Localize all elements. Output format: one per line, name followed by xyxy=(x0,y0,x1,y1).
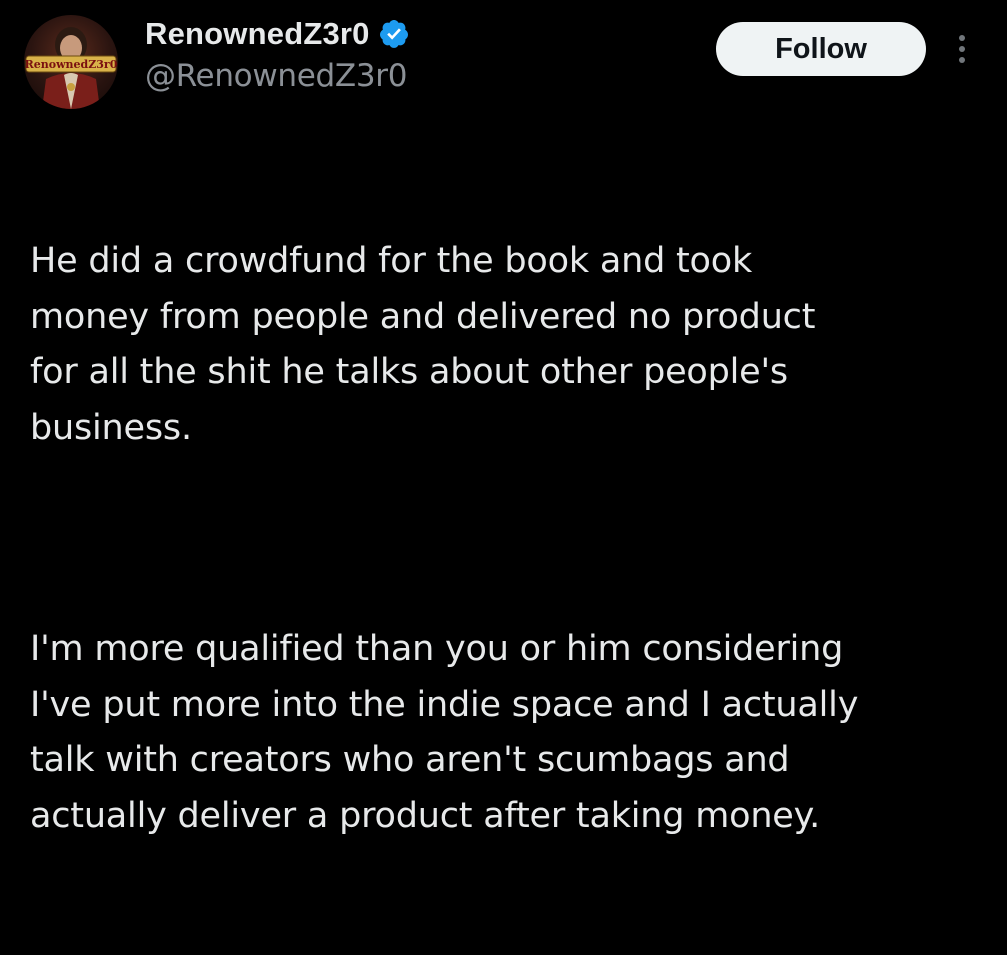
author-display-name[interactable]: RenownedZ3r0 xyxy=(145,16,370,52)
author-name-row: RenownedZ3r0 xyxy=(145,14,410,54)
more-options-icon[interactable] xyxy=(950,32,974,66)
avatar-banner-text: RenownedZ3r0 xyxy=(25,58,118,71)
tweet-paragraph: He did a crowdfund for the book and took… xyxy=(30,241,816,448)
tweet-paragraph: I'm more qualified than you or him consi… xyxy=(30,629,859,836)
tweet-card: RenownedZ3r0 RenownedZ3r0 @RenownedZ3r0 … xyxy=(0,0,1007,836)
author-handle[interactable]: @RenownedZ3r0 xyxy=(145,58,407,94)
avatar[interactable]: RenownedZ3r0 xyxy=(24,15,118,109)
avatar-image: RenownedZ3r0 xyxy=(25,27,118,109)
follow-button[interactable]: Follow xyxy=(716,22,926,76)
verified-badge-icon xyxy=(378,18,410,50)
tweet-text: He did a crowdfund for the book and took… xyxy=(30,123,980,955)
